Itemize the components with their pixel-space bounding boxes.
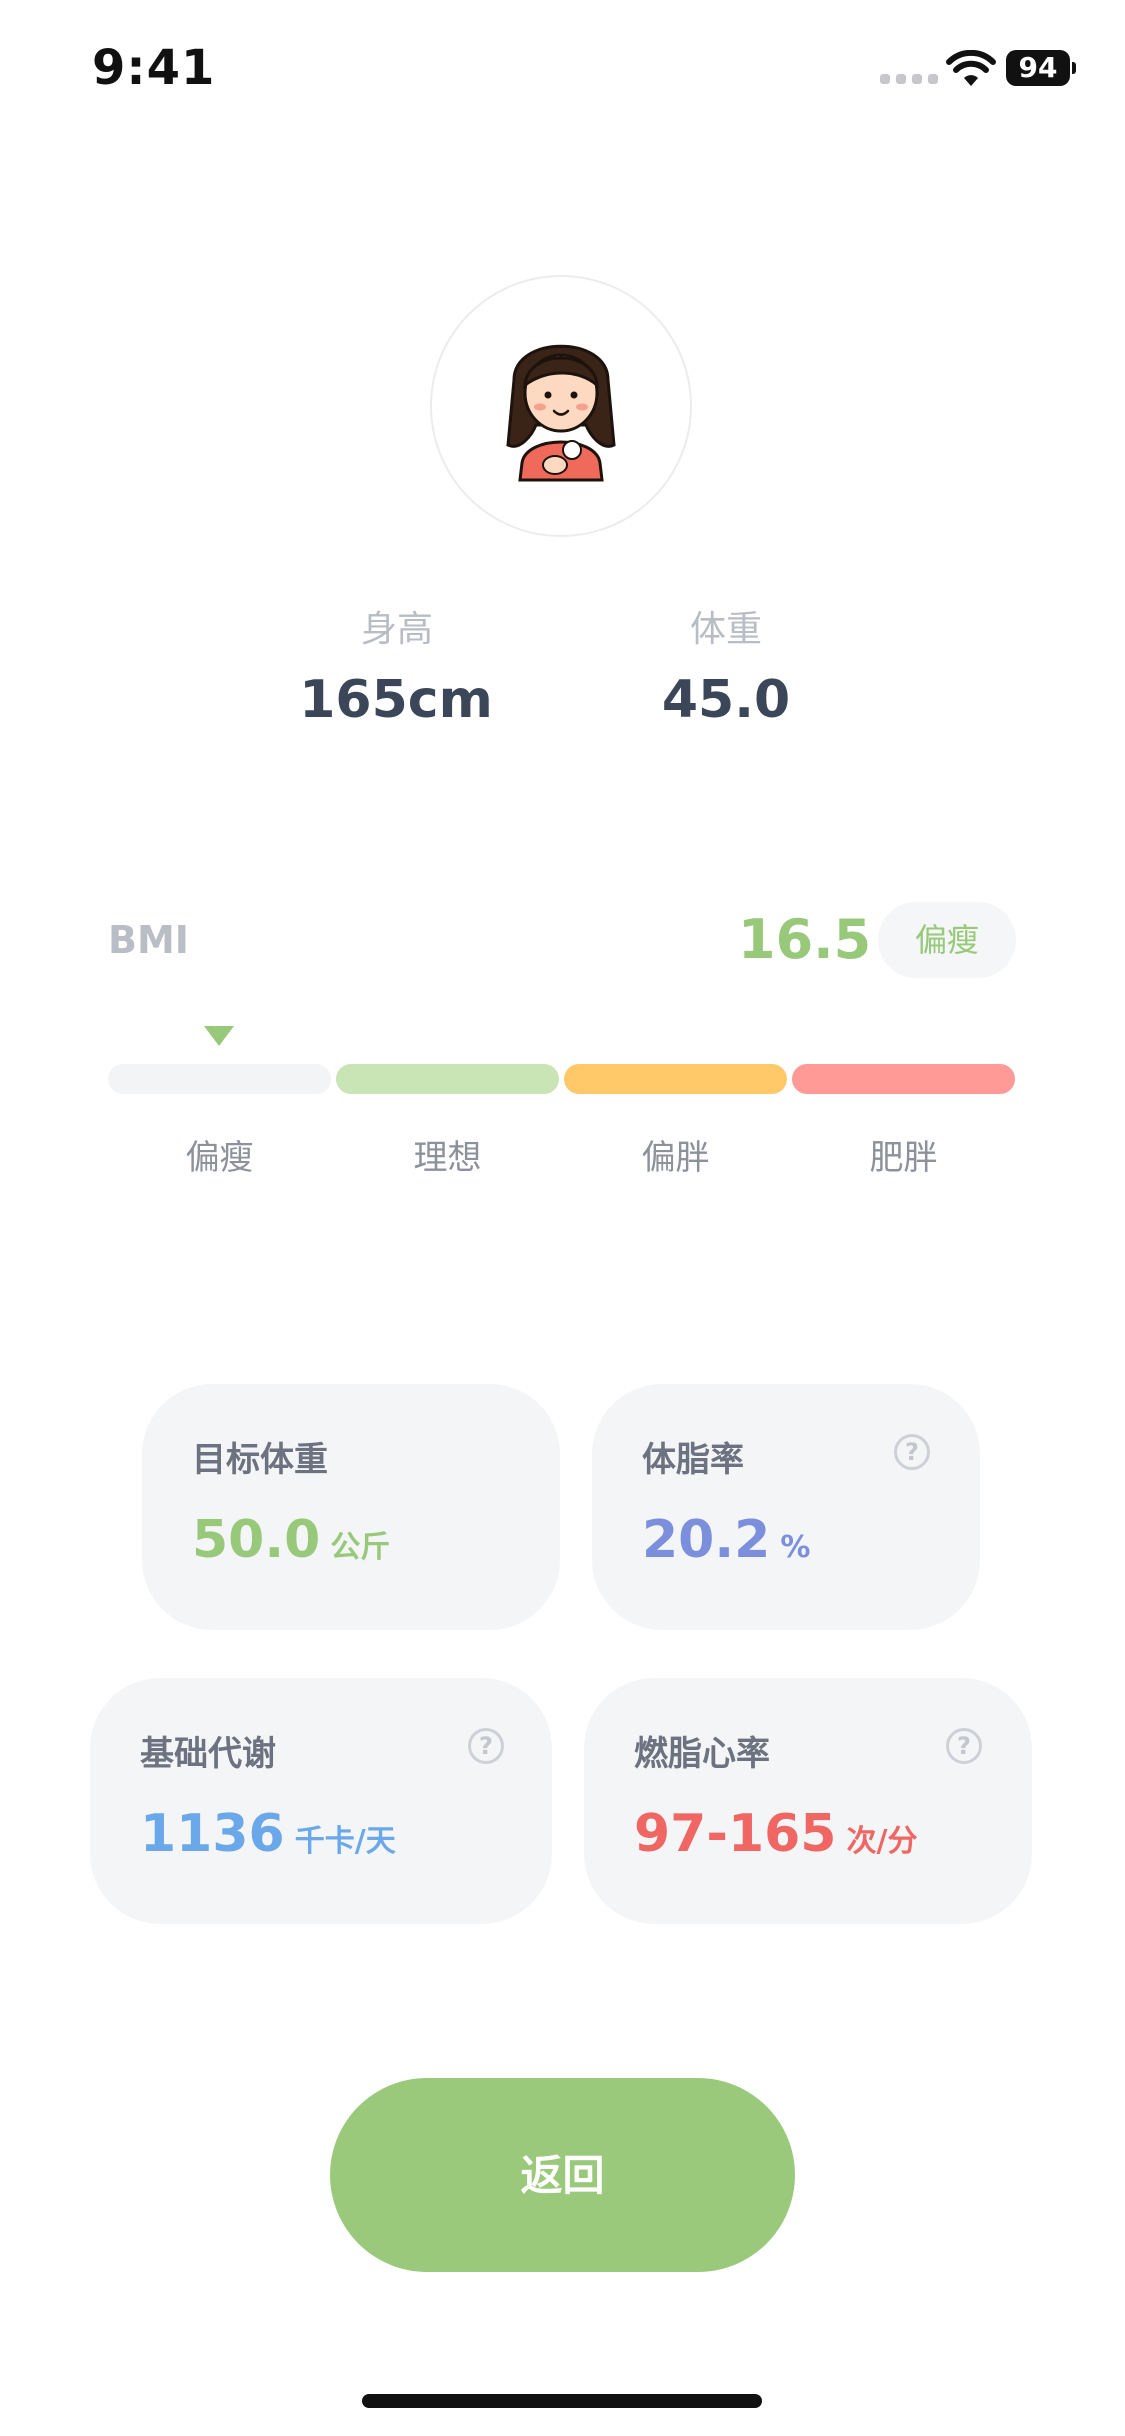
bmi-marker-icon bbox=[204, 1026, 234, 1046]
avatar[interactable] bbox=[430, 275, 692, 537]
target-weight-value: 50.0 bbox=[192, 1510, 321, 1570]
fat-burn-heart-rate-unit: 次/分 bbox=[846, 1824, 918, 1859]
bmr-unit: 千卡/天 bbox=[294, 1824, 396, 1859]
target-weight-title: 目标体重 bbox=[192, 1440, 328, 1480]
back-button[interactable]: 返回 bbox=[330, 2078, 795, 2272]
target-weight-card[interactable]: 目标体重 50.0 公斤 bbox=[142, 1384, 560, 1630]
bmr-value: 1136 bbox=[140, 1804, 285, 1864]
battery-icon: 94 bbox=[1006, 50, 1070, 86]
bmi-scale-overweight bbox=[564, 1064, 787, 1094]
bmi-scale-label-overweight: 偏胖 bbox=[641, 1138, 710, 1178]
bmi-scale-label-ideal: 理想 bbox=[413, 1138, 482, 1178]
height-label: 身高 bbox=[360, 609, 433, 650]
fat-burn-heart-rate-card[interactable]: 燃脂心率 ? 97-165 次/分 bbox=[584, 1678, 1032, 1924]
body-fat-title: 体脂率 bbox=[642, 1440, 744, 1480]
weight-value: 45.0 bbox=[661, 670, 791, 730]
bmr-title: 基础代谢 bbox=[140, 1734, 276, 1774]
bmr-card[interactable]: 基础代谢 ? 1136 千卡/天 bbox=[90, 1678, 552, 1924]
cellular-signal-icon bbox=[880, 74, 938, 84]
bmi-label: BMI bbox=[108, 918, 189, 962]
bmi-status-badge: 偏瘦 bbox=[878, 902, 1016, 978]
help-icon[interactable]: ? bbox=[946, 1728, 982, 1764]
home-indicator bbox=[362, 2394, 762, 2408]
bmi-scale-underweight bbox=[108, 1064, 331, 1094]
body-fat-unit: % bbox=[780, 1530, 811, 1565]
bmi-scale-label-underweight: 偏瘦 bbox=[185, 1138, 254, 1178]
body-fat-value: 20.2 bbox=[642, 1510, 771, 1570]
bmi-value: 16.5 bbox=[738, 908, 872, 971]
wifi-icon bbox=[946, 50, 996, 86]
bmi-scale-obese bbox=[792, 1064, 1015, 1094]
help-icon[interactable]: ? bbox=[894, 1434, 930, 1470]
bmi-scale-label-obese: 肥胖 bbox=[869, 1138, 938, 1178]
bmi-scale-ideal bbox=[336, 1064, 559, 1094]
fat-burn-heart-rate-title: 燃脂心率 bbox=[634, 1734, 770, 1774]
fat-burn-heart-rate-value: 97-165 bbox=[634, 1804, 837, 1864]
help-icon[interactable]: ? bbox=[468, 1728, 504, 1764]
girl-avatar-icon bbox=[506, 344, 616, 482]
body-fat-card[interactable]: 体脂率 ? 20.2% bbox=[592, 1384, 980, 1630]
status-time: 9:41 bbox=[92, 40, 216, 96]
target-weight-unit: 公斤 bbox=[330, 1530, 391, 1565]
battery-tip bbox=[1072, 62, 1076, 74]
weight-label: 体重 bbox=[689, 609, 762, 650]
height-value: 165cm bbox=[299, 670, 493, 730]
